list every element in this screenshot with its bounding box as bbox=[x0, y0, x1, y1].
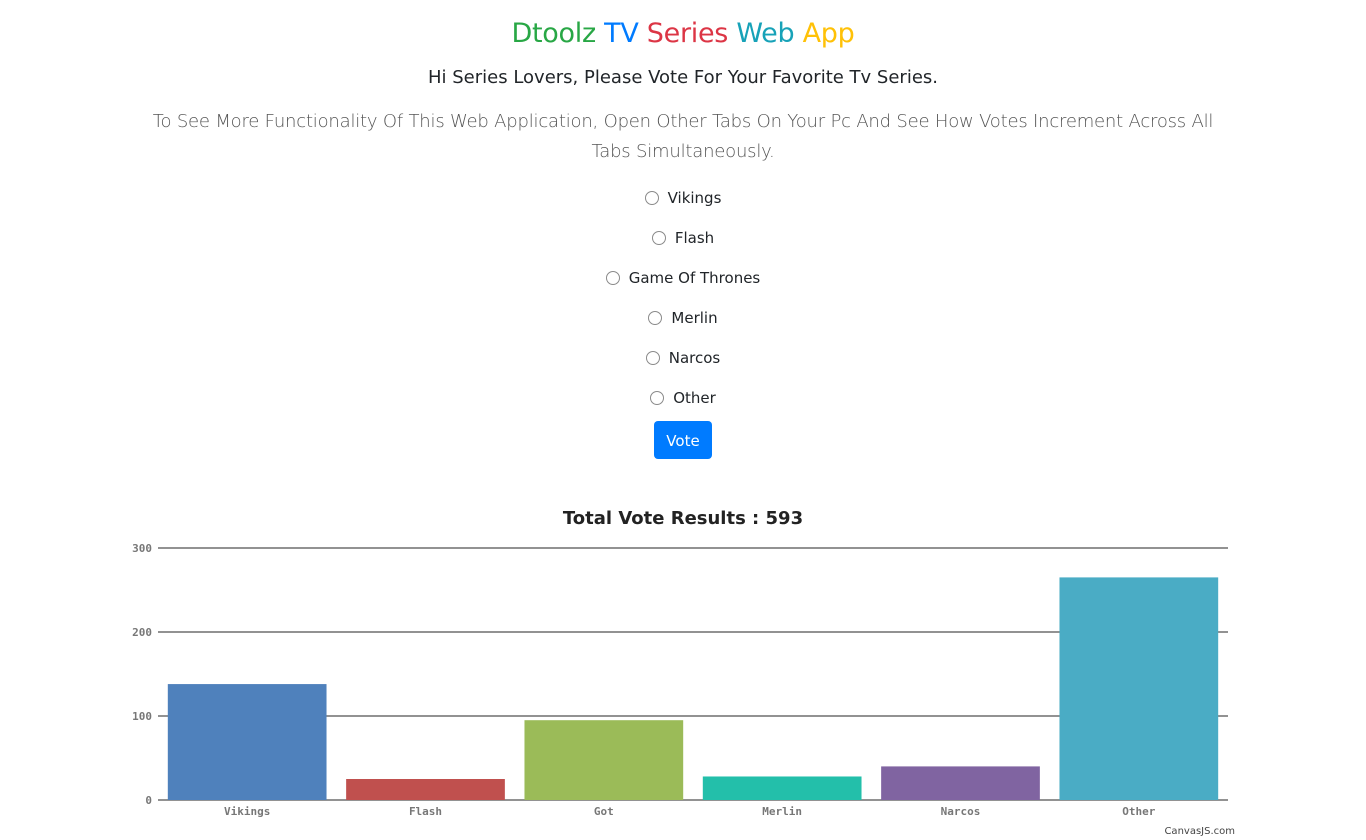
bar-got bbox=[524, 720, 684, 800]
radio-button[interactable] bbox=[605, 271, 620, 285]
bar-narcos bbox=[881, 766, 1040, 800]
option-merlin[interactable]: Merlin bbox=[0, 298, 1366, 338]
radio-button[interactable] bbox=[645, 351, 660, 365]
title-word-4: Web bbox=[736, 18, 795, 49]
option-other[interactable]: Other bbox=[0, 378, 1366, 418]
radio-button[interactable] bbox=[648, 311, 663, 325]
option-flash[interactable]: Flash bbox=[0, 218, 1366, 258]
y-tick-label: 300 bbox=[132, 542, 152, 555]
page: Dtoolz TV Series Web App Hi Series Lover… bbox=[0, 0, 1366, 840]
bar-flash bbox=[346, 779, 505, 800]
title-word-5: App bbox=[802, 18, 855, 49]
option-label: Narcos bbox=[668, 349, 721, 367]
chart-title: Total Vote Results : 593 bbox=[562, 508, 804, 529]
radio-button[interactable] bbox=[644, 191, 659, 205]
canvasjs-credit-link[interactable]: CanvasJS.com bbox=[1164, 826, 1235, 837]
y-tick-label: 0 bbox=[145, 794, 152, 807]
app-title: Dtoolz TV Series Web App bbox=[0, 16, 1366, 52]
option-label: Merlin bbox=[671, 309, 718, 327]
vote-results-chart: Total Vote Results : 593 0 100 200 300 Vikin… bbox=[0, 500, 1366, 840]
vote-options: Vikings Flash Game Of Thrones Merlin Nar… bbox=[0, 178, 1366, 418]
y-tick-label: 100 bbox=[132, 710, 152, 723]
option-game-of-thrones[interactable]: Game Of Thrones bbox=[0, 258, 1366, 298]
option-label: Game Of Thrones bbox=[628, 269, 761, 287]
x-tick-label: Flash bbox=[409, 805, 442, 818]
subtitle: Hi Series Lovers, Please Vote For Your F… bbox=[427, 67, 938, 88]
vote-button[interactable]: Vote bbox=[654, 421, 712, 459]
x-tick-label: Narcos bbox=[941, 805, 981, 818]
radio-button[interactable] bbox=[651, 231, 666, 245]
x-tick-label: Vikings bbox=[224, 805, 270, 818]
bar-vikings bbox=[167, 684, 327, 800]
x-tick-label: Got bbox=[594, 805, 614, 818]
option-vikings[interactable]: Vikings bbox=[0, 178, 1366, 218]
option-narcos[interactable]: Narcos bbox=[0, 338, 1366, 378]
title-word-2: TV bbox=[604, 18, 639, 49]
option-label: Vikings bbox=[667, 189, 722, 207]
title-word-1: Dtoolz bbox=[511, 18, 597, 49]
x-tick-label: Other bbox=[1122, 805, 1155, 818]
lead-text: To See More Functionality Of This Web Ap… bbox=[152, 111, 1214, 162]
title-word-3: Series bbox=[646, 18, 729, 49]
chart-canvas: 0 100 200 300 Vikings Flash Got Merlin Narcos Oth… bbox=[132, 542, 1228, 818]
option-label: Other bbox=[673, 389, 716, 407]
bar-other bbox=[1059, 577, 1219, 800]
radio-button[interactable] bbox=[650, 391, 665, 405]
bar-merlin bbox=[702, 776, 862, 800]
x-tick-label: Merlin bbox=[762, 805, 802, 818]
y-tick-label: 200 bbox=[132, 626, 152, 639]
option-label: Flash bbox=[674, 229, 715, 247]
